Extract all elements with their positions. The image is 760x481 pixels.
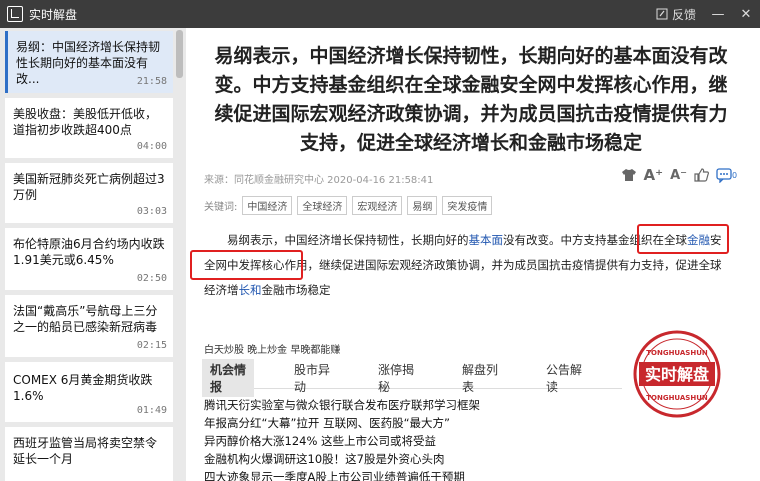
sidebar-item[interactable]: COMEX 6月黄金期货收跌1.6% 01:49 — [5, 362, 173, 422]
sidebar: 易纲：中国经济增长保持韧性长期向好的基本面没有改... 21:58 美股收盘：美… — [0, 28, 186, 481]
body-text: 金融市场稳定 — [261, 283, 331, 297]
sidebar-scrollbar[interactable] — [176, 30, 183, 78]
sidebar-item[interactable]: 美股收盘：美股低开低收，道指初步收跌超400点 04:00 — [5, 98, 173, 158]
tag[interactable]: 易纲 — [407, 196, 438, 215]
thumbs-up-icon[interactable] — [694, 168, 709, 182]
stamp-ring-text: TONGHUASHUN — [646, 394, 708, 402]
tab-opportunity[interactable]: 机会情报 — [202, 358, 254, 397]
tab-limit-up[interactable]: 涨停揭秘 — [370, 359, 422, 397]
sidebar-item-text: 法国“戴高乐”号航母上三分之一的船员已感染新冠病毒 — [13, 304, 158, 334]
news-item[interactable]: 四大迹象显示一季度A股上市公司业绩普遍低于预期 — [204, 468, 634, 481]
font-decrease-icon[interactable]: A⁻ — [670, 168, 687, 183]
body-link[interactable]: 基本面 — [469, 233, 504, 247]
app-icon — [7, 6, 23, 22]
tag[interactable]: 宏观经济 — [352, 196, 403, 215]
sidebar-item-text: 西班牙监管当局将卖空禁令延长一个月 — [13, 436, 158, 466]
tab-stock-movement[interactable]: 股市异动 — [286, 359, 338, 397]
svg-text:0: 0 — [732, 171, 737, 180]
feedback-label: 反馈 — [671, 7, 696, 22]
stamp-ring-text: TONGHUASHUN — [646, 349, 708, 357]
body-link[interactable]: 长和 — [239, 283, 262, 297]
tag[interactable]: 全球经济 — [297, 196, 348, 215]
tab-analysis-list[interactable]: 解盘列表 — [454, 359, 506, 397]
sidebar-item-text: 布伦特原油6月合约场内收跌1.91美元或6.45% — [13, 237, 165, 267]
article-headline: 易纲表示，中国经济增长保持韧性，长期向好的基本面没有改变。中方支持基金组织在全球… — [214, 45, 728, 154]
news-list: 腾讯天衍实验室与微众银行联合发布医疗联邦学习框架 年报高分红“大幕”拉开 互联网… — [204, 396, 634, 481]
article-panel: 易纲表示，中国经济增长保持韧性，长期向好的基本面没有改变。中方支持基金组织在全球… — [186, 28, 760, 481]
sidebar-item[interactable]: 易纲：中国经济增长保持韧性长期向好的基本面没有改... 21:58 — [5, 31, 173, 93]
news-item[interactable]: 金融机构火爆调研这10股！这7股是外资心头肉 — [204, 450, 634, 468]
sidebar-item-time: 02:15 — [136, 340, 167, 351]
minimize-button[interactable]: — — [704, 0, 732, 28]
news-item[interactable]: 腾讯天衍实验室与微众银行联合发布医疗联邦学习框架 — [204, 396, 634, 414]
sidebar-item[interactable]: 美国新冠肺炎死亡病例超过3万例 03:03 — [5, 163, 173, 223]
stamp-text: 实时解盘 — [645, 365, 709, 384]
tab-bar: 机会情报 股市异动 涨停揭秘 解盘列表 公告解读 — [202, 358, 622, 397]
sidebar-item-text: COMEX 6月黄金期货收跌1.6% — [13, 373, 153, 403]
sidebar-item[interactable]: 法国“戴高乐”号航母上三分之一的船员已感染新冠病毒 02:15 — [5, 295, 173, 357]
sidebar-item-time: 01:49 — [136, 405, 167, 416]
sidebar-item-time: 02:50 — [136, 273, 167, 284]
sidebar-item-time: 21:58 — [136, 76, 167, 87]
tag[interactable]: 突发疫情 — [442, 196, 493, 215]
minimize-icon: — — [711, 6, 725, 22]
news-item[interactable]: 异丙醇价格大涨124% 这些上市公司或将受益 — [204, 432, 634, 450]
promo-links[interactable]: 白天炒股 晚上炒金 早晚都能赚 — [204, 341, 340, 356]
tags-label: 关键词: — [204, 202, 238, 213]
close-button[interactable]: ✕ — [732, 0, 760, 28]
highlight-box — [637, 224, 729, 254]
edit-icon — [656, 8, 668, 20]
body-text: 易纲表示，中国经济增长保持韧性，长期向好的 — [227, 233, 469, 247]
news-item[interactable]: 年报高分红“大幕”拉开 互联网、医药股“最大方” — [204, 414, 634, 432]
article-tools: A⁺ A⁻ 0 — [621, 166, 738, 184]
highlight-box — [190, 250, 303, 280]
sidebar-item-text: 美国新冠肺炎死亡病例超过3万例 — [13, 172, 165, 202]
keyword-tags: 关键词: 中国经济 全球经济 宏观经济 易纲 突发疫情 — [204, 196, 493, 215]
tab-announcements[interactable]: 公告解读 — [538, 359, 590, 397]
sidebar-item-text: 美股收盘：美股低开低收，道指初步收跌超400点 — [13, 107, 158, 137]
window-title: 实时解盘 — [29, 7, 78, 22]
font-increase-icon[interactable]: A⁺ — [644, 166, 664, 184]
tonghuashun-stamp-logo: 实时解盘 TONGHUASHUN TONGHUASHUN — [633, 330, 721, 418]
comment-icon[interactable]: 0 — [716, 167, 738, 183]
sidebar-item-time: 03:03 — [136, 206, 167, 217]
article-source: 来源：同花顺金融研究中心 2020-04-16 21:58:41 — [204, 175, 434, 186]
sidebar-item[interactable]: 布伦特原油6月合约场内收跌1.91美元或6.45% 02:50 — [5, 228, 173, 290]
sidebar-item[interactable]: 西班牙监管当局将卖空禁令延长一个月 — [5, 427, 173, 481]
feedback-button[interactable]: 反馈 — [656, 6, 696, 23]
sidebar-item-time: 04:00 — [136, 141, 167, 152]
shirt-icon[interactable] — [621, 168, 637, 182]
close-icon: ✕ — [740, 6, 752, 22]
title-bar: 实时解盘 反馈 — ✕ — [0, 0, 760, 28]
tag[interactable]: 中国经济 — [242, 196, 293, 215]
